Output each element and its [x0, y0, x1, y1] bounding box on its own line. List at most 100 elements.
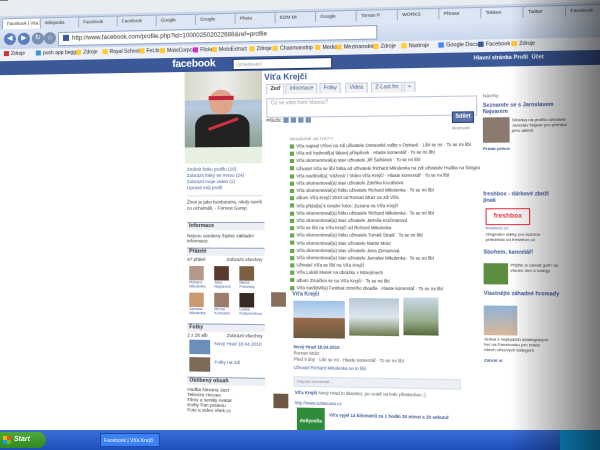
friend-tile[interactable]: Richard Mikulenka [189, 265, 208, 289]
post-footer[interactable]: Před 4 dny · Líbí se mi · Hlaste komentá… [294, 357, 404, 364]
bookmark[interactable]: Zdroje [3, 51, 25, 57]
profile-photo[interactable] [184, 70, 263, 164]
comment-input[interactable]: Napsat komentář... [293, 376, 461, 390]
post-link[interactable]: http://www.tuttiacasa.cz [295, 400, 342, 406]
activity-item[interactable]: Uživatel Víťa se líbí fotka od uživatele… [289, 165, 480, 171]
activity-item[interactable]: Víťa přidal(a) k úvodní fotce: Zuzana na… [289, 203, 480, 209]
start-button[interactable]: Start [0, 432, 46, 448]
activity-item[interactable]: Víťa okomentoval(a) stav uživatele Jiří … [289, 157, 480, 164]
activity-item[interactable]: Víťa okomentoval(a) fotku uživatele Tomá… [290, 233, 480, 238]
post-avatar[interactable] [273, 393, 289, 409]
bookmark[interactable]: Chairmanship [272, 45, 313, 52]
bookmark[interactable]: Facebook [478, 41, 510, 48]
video-icon[interactable] [290, 117, 297, 124]
album-title[interactable]: Nový Hrad 18.04.2010 [214, 341, 262, 347]
play-link[interactable]: Zahrát si [484, 357, 540, 364]
bookmark[interactable]: Royal School [102, 48, 140, 55]
album-thumbnail[interactable] [189, 339, 211, 355]
ride-summary[interactable]: Víťa vyjel 14 kilometrů za 1 hodin 30 mi… [329, 412, 482, 421]
reload-icon[interactable]: ↻ [31, 32, 44, 45]
bookmark[interactable]: Media [315, 45, 337, 52]
activity-item[interactable]: Víťa Lukáš Marek na obrázku v Mizejímech [290, 270, 480, 276]
activity-item[interactable]: Víťa okomentoval(a) fotku uživatele Rich… [289, 210, 480, 216]
post-photo[interactable] [293, 300, 345, 339]
activity-item[interactable]: album Zmáčkni se na Víťa Krejčí · To se … [290, 277, 480, 283]
bookmark[interactable]: MotoCorpo [159, 47, 193, 54]
activity-icon [290, 285, 295, 290]
album-thumbnail[interactable] [189, 357, 211, 372]
activity-item[interactable]: Víťa okomentoval(a) stav uživatele Marti… [290, 240, 480, 246]
bookmark[interactable]: Zdroje [373, 43, 396, 50]
browser-window: Facebook | Vita...× Wikipedia Facebook F… [0, 0, 600, 447]
ad-image[interactable] [483, 263, 509, 285]
ad-image[interactable] [483, 305, 518, 336]
tab-lastfm[interactable]: Z-Last.fm [371, 81, 403, 93]
options-link[interactable]: Možnosti [452, 125, 470, 130]
add-friend-link[interactable]: Přidat přítele [483, 146, 539, 153]
friend-tile[interactable]: Marek Pohorsky [239, 266, 258, 289]
activity-item[interactable]: Víťa okomentoval(a) stav uživatele Jaros… [290, 255, 480, 261]
friend-tile[interactable]: Lenka Kratochvilova [239, 292, 262, 316]
ad-title[interactable]: freshbox - dárkové zboží jinak [483, 191, 561, 204]
taskbar-item[interactable]: Facebook | Víťa Krejčí [100, 433, 160, 447]
activity-item[interactable]: Víťa okomentoval(a) stav uživatele Zdeňk… [289, 180, 480, 186]
post-photo[interactable] [403, 297, 439, 336]
facebook-logo[interactable]: facebook [172, 58, 215, 70]
bookmark[interactable]: Zdroje [511, 41, 535, 48]
friend-tile[interactable]: Jana Najvarova [214, 266, 233, 289]
bookmark[interactable]: push app beggie [35, 50, 80, 57]
activity-item[interactable]: Víťa se líbí na Víťa Krejčí od Richard M… [289, 225, 480, 231]
nav-home-link[interactable]: Hlavní stránka [474, 55, 512, 62]
event-icon[interactable] [298, 117, 304, 124]
activity-item[interactable]: Víťa napsal Víťovi na zdi uživatele Ostr… [289, 142, 480, 149]
edit-profile-link[interactable]: Upravit můj profil [187, 185, 244, 191]
home-icon[interactable]: ⌂ [43, 32, 56, 45]
tab-photos[interactable]: Fotky [319, 82, 342, 94]
post-likes[interactable]: Uživatel Richard Mikulenka se to líbí [294, 365, 367, 371]
activity-item[interactable]: Víťa navštívil(a) 'Vážená' / Video Víťa … [289, 172, 480, 178]
activity-item[interactable]: Uživatel Víťa se líbí na Víťa Krejčí [290, 263, 480, 269]
activity-item[interactable]: Víťa okomentoval(a) stav uživatele Jarmi… [289, 218, 480, 223]
post-author[interactable]: Víťa Krejčí [292, 291, 319, 297]
suggestion-photo[interactable] [482, 117, 510, 143]
system-tray[interactable] [560, 430, 600, 450]
ad-title[interactable]: Vlastnějte záhadné hromady [484, 291, 562, 298]
album-title[interactable]: Fotky na zdi [214, 360, 262, 366]
activity-item[interactable]: Víťa okomentoval(a) stav uživatele Jana … [290, 248, 480, 254]
ad-text: Přijďte si zahrát golf i ve všední den s… [510, 262, 559, 273]
activity-item[interactable]: Víťa mě hodnotil(a) lákavý příspěvek · H… [289, 149, 480, 156]
bookmark[interactable]: Nastroje [401, 43, 429, 50]
search-input[interactable]: Vyhledávání [232, 57, 333, 71]
bookmark[interactable]: Zdroje [76, 49, 98, 56]
status-input[interactable]: Co se vám honí hlavou? [266, 95, 478, 118]
forward-icon[interactable]: ▶ [17, 32, 30, 45]
post-avatar[interactable] [271, 292, 286, 307]
tab-add[interactable]: + [403, 81, 416, 93]
friend-tile[interactable]: Michal Kohoutek [214, 292, 233, 316]
nav-profile-link[interactable]: Profil [514, 54, 528, 61]
bookmark[interactable]: Mezinarodni [336, 44, 373, 51]
friends-header: Přátelé [187, 247, 265, 257]
bookmark[interactable]: Flickr [192, 47, 213, 54]
freshbox-logo[interactable]: freshbox [485, 208, 531, 226]
back-icon[interactable]: ◀ [3, 32, 16, 46]
bookmark[interactable]: FeLib [139, 48, 159, 54]
friend-tile[interactable]: Jaroslav Mikulenka [189, 292, 208, 316]
post-photo[interactable] [349, 298, 400, 337]
activity-item[interactable]: Víťa navštívil(a) Festival zimního divad… [290, 285, 480, 292]
bookmark[interactable]: MotoExtract [211, 46, 247, 53]
tab-info[interactable]: Informace [285, 83, 318, 94]
suggestion-title[interactable]: Seznamte se s Jaroslavem Najvarem [483, 102, 561, 116]
bookmark[interactable]: Google Docs [438, 42, 478, 49]
link-icon[interactable] [305, 117, 312, 123]
tab-wall[interactable]: Zeď [266, 83, 285, 95]
activity-item[interactable]: album Víťa Krejčí 2010 od Roman Mráz na … [289, 195, 480, 201]
ad-title[interactable]: Sbohem, kancelář! [483, 249, 561, 256]
activity-item[interactable]: Víťa okomentoval(a) fotku uživatele Rich… [289, 187, 480, 193]
tab-videos[interactable]: Videa [345, 82, 368, 94]
share-button[interactable]: Sdílet [451, 111, 475, 124]
bookmark[interactable]: Zdroje [249, 46, 272, 53]
nav-account-link[interactable]: Účet [532, 54, 544, 61]
photo-icon[interactable] [283, 117, 289, 124]
album-title[interactable]: Nový Hrad 18.04.2010 [294, 344, 340, 350]
